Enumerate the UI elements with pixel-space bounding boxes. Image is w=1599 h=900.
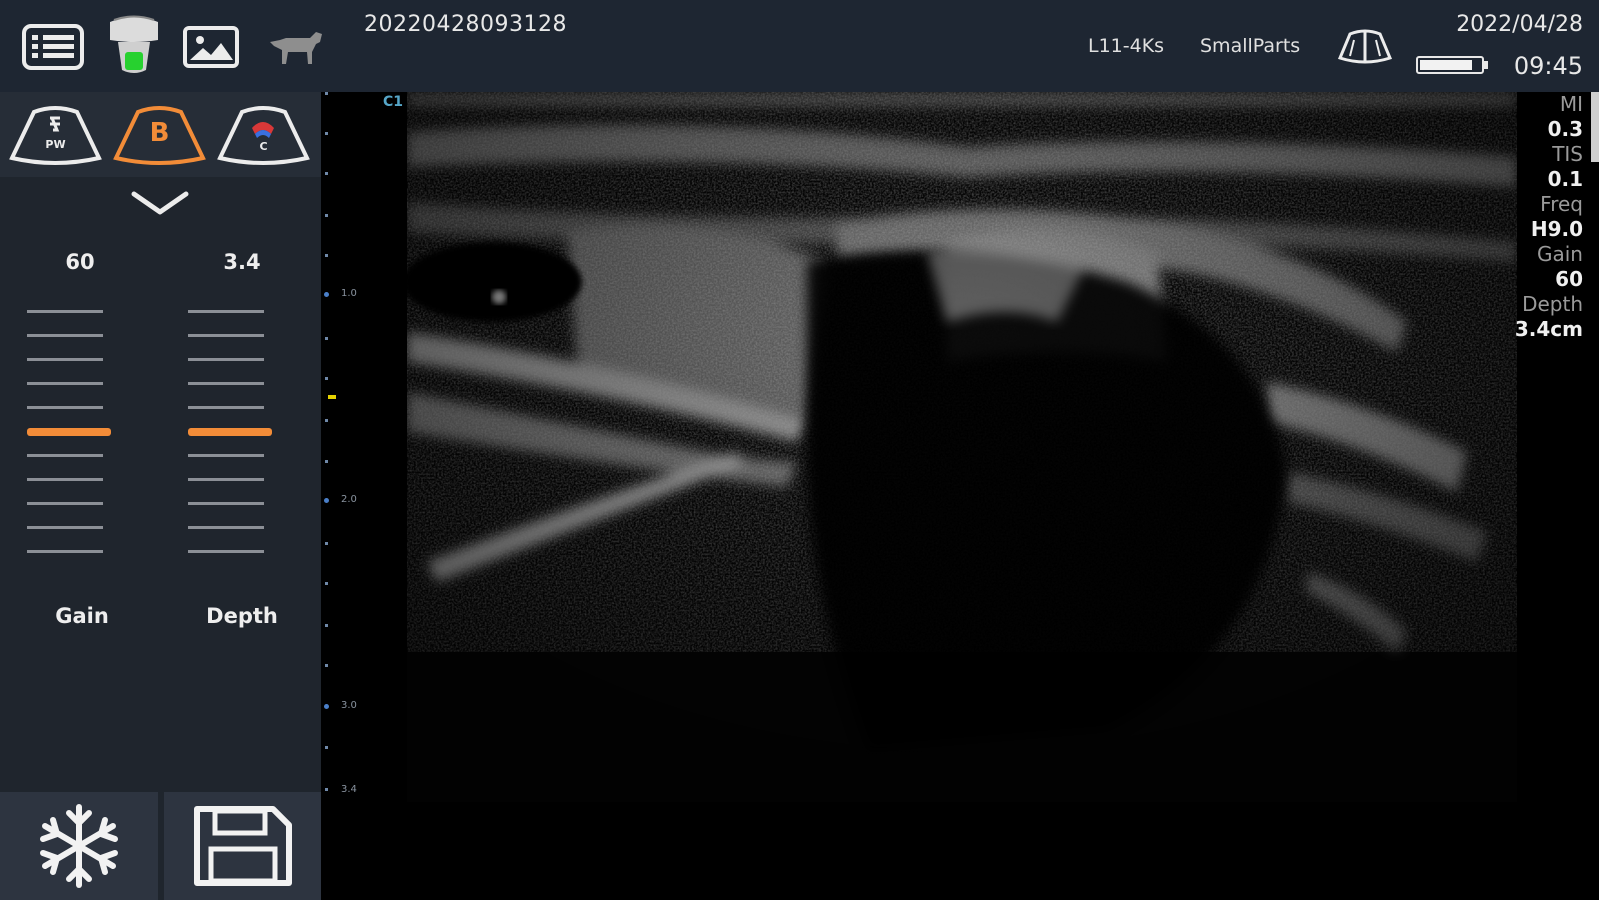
image-gallery-icon[interactable] <box>183 26 239 68</box>
slider-tick <box>27 550 103 553</box>
list-icon[interactable] <box>22 24 84 70</box>
color-mode-icon <box>217 106 310 165</box>
ultrasound-image[interactable] <box>407 92 1517 802</box>
slider-thumb[interactable] <box>27 428 111 436</box>
probe-status-icon[interactable] <box>104 14 164 80</box>
slider-tick <box>188 526 264 529</box>
save-button[interactable] <box>164 792 321 900</box>
scale-label: 3.4 <box>341 784 357 795</box>
slider-tick <box>27 526 103 529</box>
slider-tick <box>27 478 103 481</box>
gain-slider[interactable] <box>27 310 117 572</box>
gain-label: Gain <box>55 604 109 628</box>
scale-tick <box>325 664 328 667</box>
date: 2022/04/28 <box>1456 12 1583 37</box>
mi-label: MI <box>1559 92 1583 116</box>
scale-dot <box>324 704 329 709</box>
scale-tick <box>325 172 328 175</box>
slider-tick <box>27 502 103 505</box>
scale-tick <box>325 214 328 217</box>
control-panel: PW B C 60 3.4 Gain Depth <box>0 92 321 900</box>
preset-name[interactable]: SmallParts <box>1200 35 1300 57</box>
focus-marker[interactable] <box>328 395 336 399</box>
time: 09:45 <box>1513 52 1583 80</box>
slider-thumb[interactable] <box>188 428 272 436</box>
scale-tick <box>325 254 328 257</box>
scale-label: 1.0 <box>341 288 357 299</box>
scale-tick <box>325 788 328 791</box>
snowflake-icon <box>40 804 118 888</box>
scale-tick <box>325 582 328 585</box>
slider-tick <box>27 334 103 337</box>
freq-label: Freq <box>1540 192 1583 216</box>
freq-value: H9.0 <box>1530 217 1583 241</box>
tis-value: 0.1 <box>1547 167 1583 191</box>
scale-tick <box>325 419 328 422</box>
probe-name: L11-4Ks <box>1088 35 1165 57</box>
battery-icon <box>1416 56 1484 74</box>
gain-value: 60 <box>65 250 95 274</box>
slider-tick <box>188 478 264 481</box>
action-buttons <box>0 792 321 900</box>
pw-mode-icon <box>9 106 102 165</box>
scale-dot <box>324 498 329 503</box>
mi-value: 0.3 <box>1547 117 1583 141</box>
scale-tick <box>325 92 328 95</box>
freeze-button[interactable] <box>0 792 158 900</box>
gain-info-value: 60 <box>1555 267 1583 291</box>
gain-info-label: Gain <box>1537 242 1583 266</box>
slider-tick <box>188 310 264 313</box>
slider-tick <box>188 502 264 505</box>
chevron-down-icon[interactable] <box>130 190 190 220</box>
depth-info-value: 3.4cm <box>1514 317 1583 341</box>
scale-tick <box>325 624 328 627</box>
slider-tick <box>188 334 264 337</box>
scale-tick <box>325 542 328 545</box>
ultrasound-view[interactable]: 1.0 2.0 3.0 3.4 C1 MI 0.3 TIS 0.1 Freq H… <box>321 92 1599 900</box>
dog-icon[interactable] <box>266 28 324 66</box>
slider-tick <box>188 454 264 457</box>
mode-selector: PW B C <box>0 92 321 177</box>
scale-tick <box>325 460 328 463</box>
slider-tick <box>27 310 103 313</box>
pw-mode-label: PW <box>45 138 66 151</box>
slider-tick <box>27 454 103 457</box>
b-mode-button[interactable]: B <box>112 102 207 166</box>
scale-tick <box>325 746 328 749</box>
slider-tick <box>188 382 264 385</box>
slider-tick <box>27 358 103 361</box>
c-marker: C1 <box>383 94 404 110</box>
scale-tick <box>325 337 328 340</box>
depth-value: 3.4 <box>223 250 261 274</box>
scale-tick <box>325 377 328 380</box>
color-mode-button[interactable]: C <box>216 102 311 166</box>
scale-dot <box>324 292 329 297</box>
pw-mode-button[interactable]: PW <box>8 102 103 166</box>
battery-tip <box>1484 61 1488 69</box>
exam-id: 20220428093128 <box>364 12 567 37</box>
depth-label: Depth <box>206 604 278 628</box>
depth-slider[interactable] <box>188 310 278 572</box>
scale-label: 3.0 <box>341 700 357 711</box>
slider-tick <box>27 406 103 409</box>
slider-tick <box>27 382 103 385</box>
tis-label: TIS <box>1552 142 1583 166</box>
top-bar: 20220428093128 L11-4Ks SmallParts 2022/0… <box>0 0 1599 92</box>
depth-scale: 1.0 2.0 3.0 3.4 C1 <box>321 92 404 812</box>
slider-tick <box>188 358 264 361</box>
scale-label: 2.0 <box>341 494 357 505</box>
slider-tick <box>188 406 264 409</box>
probe-orientation-icon[interactable] <box>1336 28 1394 64</box>
slider-tick <box>188 550 264 553</box>
scale-tick <box>325 132 328 135</box>
color-mode-label: C <box>259 140 268 153</box>
depth-info-label: Depth <box>1522 292 1583 316</box>
scroll-edge <box>1591 92 1599 162</box>
acquisition-info: MI 0.3 TIS 0.1 Freq H9.0 Gain 60 Depth 3… <box>1482 92 1599 352</box>
save-icon <box>193 806 292 886</box>
b-mode-label: B <box>149 118 170 148</box>
